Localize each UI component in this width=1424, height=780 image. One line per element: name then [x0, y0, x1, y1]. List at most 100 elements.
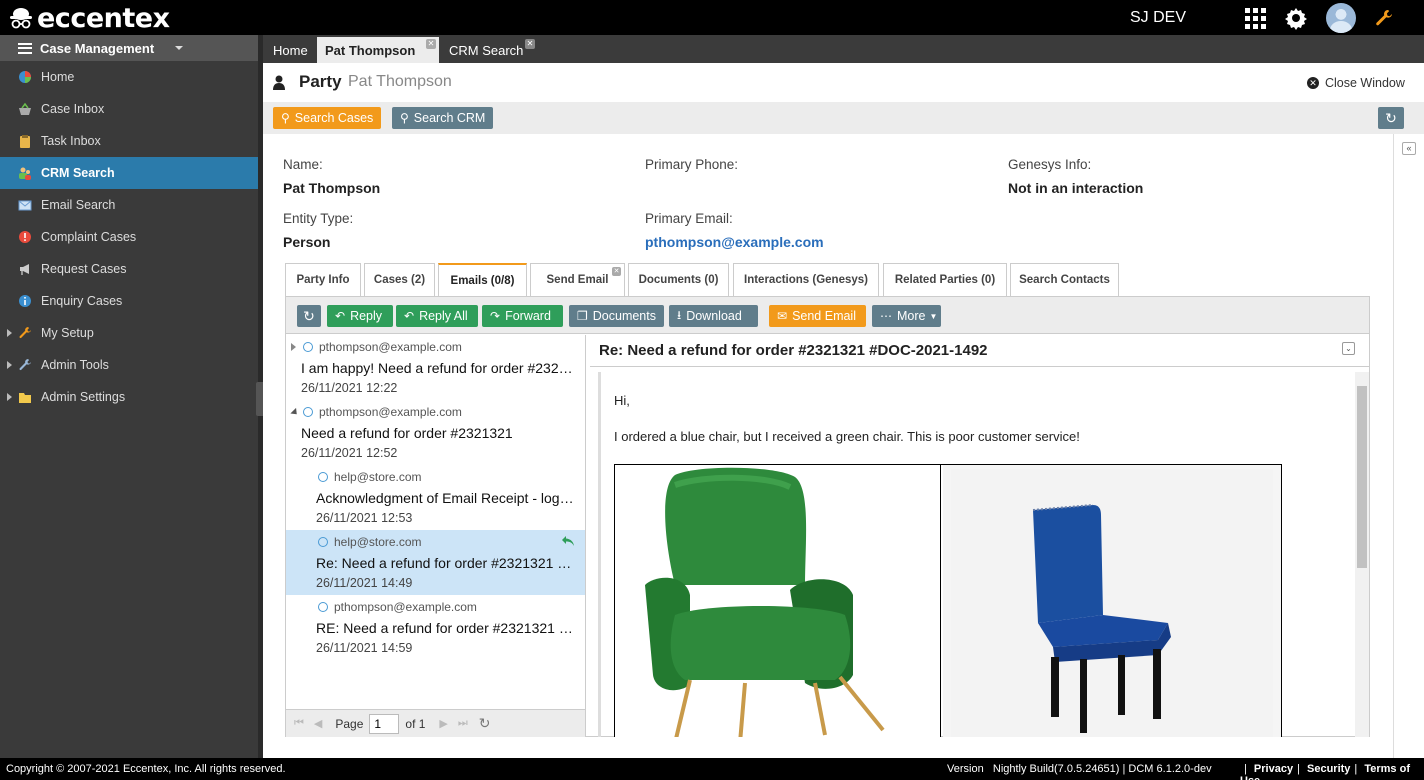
- first-page-icon[interactable]: ⏮: [294, 717, 304, 730]
- button-label: More: [897, 309, 926, 323]
- documents-button[interactable]: ❐ Documents: [569, 305, 664, 327]
- close-window-button[interactable]: ✕ Close Window: [1307, 76, 1405, 90]
- wrench-icon[interactable]: [1374, 8, 1394, 28]
- list-item[interactable]: help@store.com Re: Need a refund for ord…: [286, 530, 585, 595]
- sidebar-item-complaint-cases[interactable]: Complaint Cases: [0, 221, 258, 253]
- prev-page-icon[interactable]: ◀: [314, 717, 322, 730]
- email-subject: Acknowledgment of Email Receipt - logged: [316, 490, 577, 506]
- sidebar-item-case-inbox[interactable]: Case Inbox: [0, 93, 258, 125]
- email-greeting: Hi,: [614, 393, 630, 408]
- green-chair-image: [615, 465, 941, 737]
- avatar[interactable]: [1326, 3, 1356, 33]
- basket-icon: [19, 102, 31, 115]
- envelope-icon: ✉: [777, 309, 788, 323]
- close-tab-icon[interactable]: ✕: [426, 39, 436, 49]
- button-label: Reply: [350, 309, 383, 323]
- button-label: Send Email: [792, 309, 856, 323]
- primary-email-link[interactable]: pthompson@example.com: [645, 234, 824, 250]
- sidebar-item-crm-search[interactable]: CRM Search: [0, 157, 258, 189]
- sidebar: Case Management Home Case Inbox Task Inb…: [0, 35, 258, 758]
- tab-label: Related Parties (0): [894, 274, 996, 286]
- tab-crm-search[interactable]: CRM Search ✕: [441, 37, 541, 63]
- tab-label: Pat Thompson: [325, 42, 416, 58]
- sidebar-header[interactable]: Case Management: [0, 35, 258, 61]
- expand-arrow-icon[interactable]: [7, 329, 12, 337]
- version-label: Version: [947, 763, 984, 775]
- tab-interactions-genesys[interactable]: Interactions (Genesys): [733, 263, 879, 296]
- page-count: of 1: [405, 716, 426, 731]
- close-circle-icon: ✕: [1307, 77, 1319, 89]
- email-date: 26/11/2021 12:22: [301, 381, 398, 395]
- expand-panel-icon[interactable]: «: [1402, 142, 1416, 155]
- tab-related-parties[interactable]: Related Parties (0): [883, 263, 1007, 296]
- button-label: Download: [686, 309, 742, 323]
- close-tab-icon[interactable]: ✕: [525, 39, 535, 49]
- last-page-icon[interactable]: ⏭: [458, 717, 468, 730]
- next-page-icon[interactable]: ▶: [439, 717, 447, 730]
- tab-home[interactable]: Home: [265, 37, 315, 63]
- expand-arrow-icon[interactable]: [7, 393, 12, 401]
- document-tabs: Home Pat Thompson ✕ CRM Search ✕: [263, 35, 1424, 63]
- apps-grid-icon[interactable]: [1245, 8, 1266, 29]
- unread-circle-icon: [318, 537, 328, 547]
- documents-icon: ❐: [577, 309, 588, 323]
- entity-type-label: Entity Type:: [283, 211, 354, 226]
- reply-all-button[interactable]: ↶ Reply All: [396, 305, 478, 327]
- version-value: Nightly Build(7.0.5.24651) | DCM 6.1.2.0…: [992, 763, 1212, 775]
- expand-arrow-icon[interactable]: [291, 343, 296, 351]
- refresh-icon[interactable]: ↻: [479, 715, 491, 732]
- people-icon: [19, 167, 31, 180]
- list-item[interactable]: help@store.com Acknowledgment of Email R…: [286, 465, 585, 530]
- search-cases-button[interactable]: ⚲ Search Cases: [273, 107, 381, 129]
- unread-circle-icon: [318, 472, 328, 482]
- forward-button[interactable]: ↷ Forward: [482, 305, 563, 327]
- refresh-emails-button[interactable]: ↻: [297, 305, 321, 327]
- hamburger-icon: [18, 42, 32, 54]
- sidebar-item-label: Task Inbox: [41, 134, 101, 148]
- logo[interactable]: eccentex: [8, 3, 170, 34]
- user-name[interactable]: SJ DEV: [1130, 9, 1186, 27]
- collapse-arrow-icon[interactable]: [290, 407, 300, 418]
- sidebar-item-label: Case Inbox: [41, 102, 105, 116]
- email-from: help@store.com: [318, 470, 422, 484]
- download-button[interactable]: ⭳ Download: [669, 305, 758, 327]
- alert-icon: [19, 231, 31, 243]
- email-subject: Re: Need a refund for order #2321321 #DO…: [316, 555, 577, 571]
- more-button[interactable]: ⋯ More ▼: [872, 305, 941, 327]
- expand-arrow-icon[interactable]: [7, 361, 12, 369]
- search-crm-button[interactable]: ⚲ Search CRM: [392, 107, 493, 129]
- refresh-button[interactable]: ↻: [1378, 107, 1404, 129]
- reply-button[interactable]: ↶ Reply: [327, 305, 393, 327]
- privacy-link[interactable]: Privacy: [1254, 763, 1293, 775]
- top-bar: eccentex SJ DEV: [0, 0, 1424, 35]
- unread-circle-icon: [318, 602, 328, 612]
- tab-pat-thompson[interactable]: Pat Thompson ✕: [317, 37, 439, 63]
- unread-circle-icon: [303, 407, 313, 417]
- sidebar-item-email-search[interactable]: Email Search: [0, 189, 258, 221]
- list-item[interactable]: pthompson@example.com RE: Need a refund …: [286, 595, 585, 660]
- send-email-button[interactable]: ✉ Send Email: [769, 305, 866, 327]
- sidebar-item-home[interactable]: Home: [0, 61, 258, 93]
- tab-party-info[interactable]: Party Info: [285, 263, 361, 296]
- collapse-panel-icon[interactable]: ⌄: [1342, 342, 1355, 355]
- sidebar-item-label: My Setup: [41, 326, 94, 340]
- sidebar-item-task-inbox[interactable]: Task Inbox: [0, 125, 258, 157]
- gear-icon[interactable]: [1284, 6, 1308, 30]
- tab-send-email[interactable]: Send Email ✕: [530, 263, 625, 296]
- security-link[interactable]: Security: [1307, 763, 1350, 775]
- sidebar-item-admin-tools[interactable]: Admin Tools: [0, 349, 258, 381]
- tab-emails[interactable]: Emails (0/8): [438, 263, 527, 296]
- sidebar-item-enquiry-cases[interactable]: Enquiry Cases: [0, 285, 258, 317]
- sidebar-item-my-setup[interactable]: My Setup: [0, 317, 258, 349]
- close-tab-icon[interactable]: ✕: [612, 267, 621, 276]
- tab-cases[interactable]: Cases (2): [364, 263, 435, 296]
- tab-documents[interactable]: Documents (0): [628, 263, 729, 296]
- reader-scrollbar[interactable]: [1355, 372, 1369, 737]
- tab-search-contacts[interactable]: Search Contacts: [1010, 263, 1119, 296]
- list-item[interactable]: pthompson@example.com I am happy! Need a…: [286, 335, 585, 400]
- sidebar-item-admin-settings[interactable]: Admin Settings: [0, 381, 258, 413]
- scroll-thumb[interactable]: [1357, 386, 1367, 568]
- list-item[interactable]: pthompson@example.com Need a refund for …: [286, 400, 585, 465]
- sidebar-item-request-cases[interactable]: Request Cases: [0, 253, 258, 285]
- page-input[interactable]: [369, 713, 400, 734]
